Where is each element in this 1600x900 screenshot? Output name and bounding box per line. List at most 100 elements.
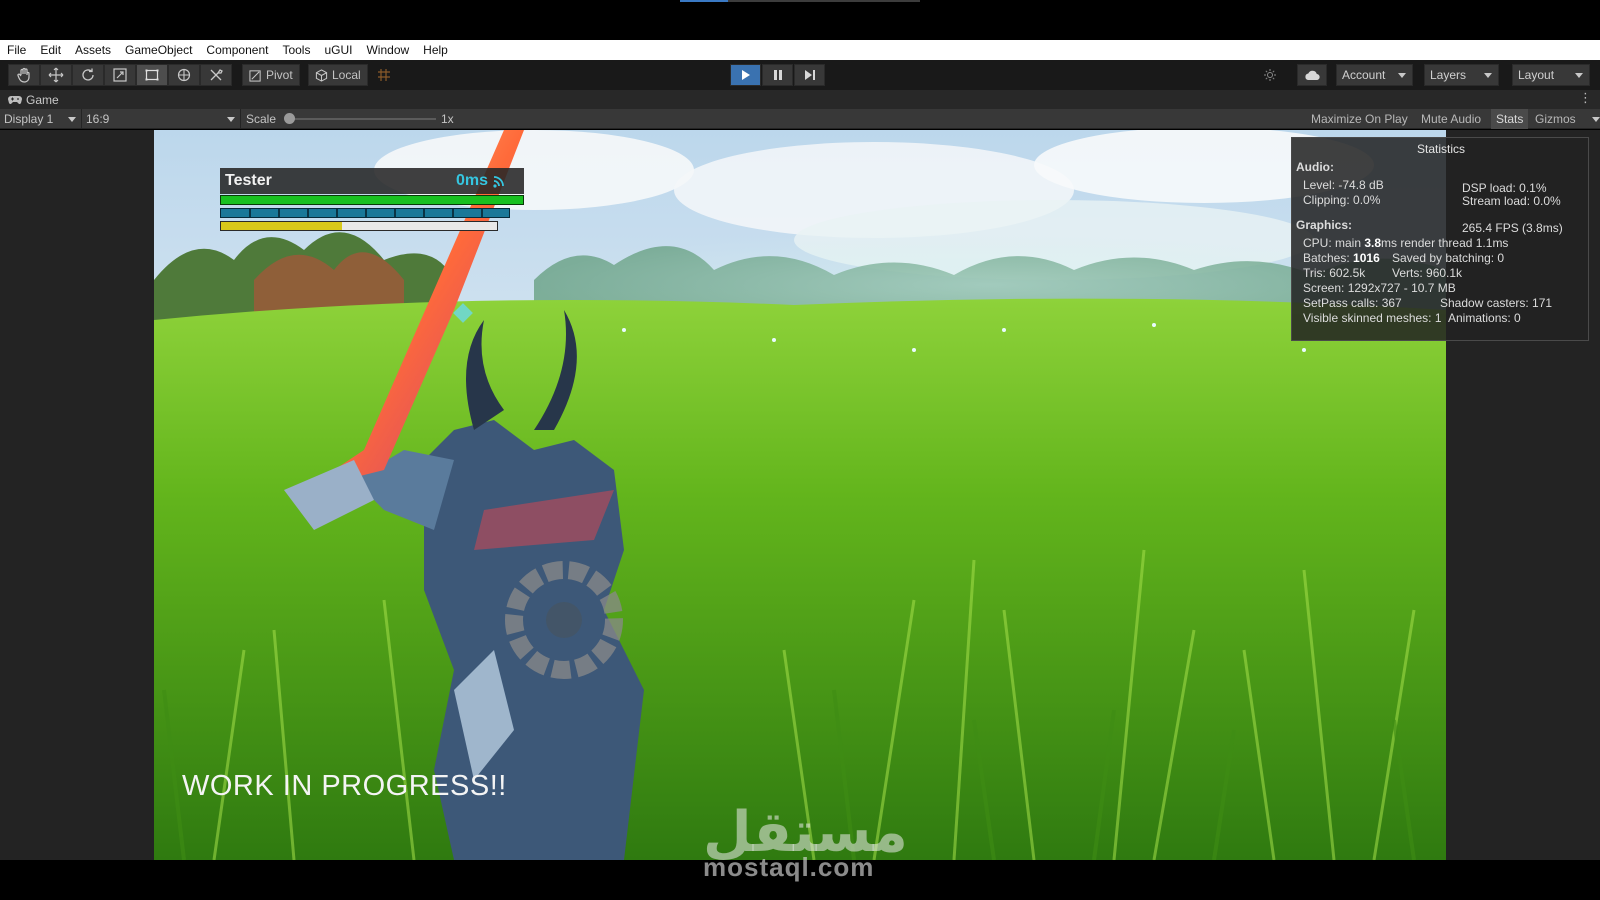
fps-readout: 265.4 FPS (3.8ms)	[1462, 221, 1563, 235]
batches-prefix: Batches:	[1303, 251, 1350, 265]
scale-slider-track[interactable]	[290, 118, 436, 120]
mana-segment-divider	[278, 209, 280, 217]
account-dropdown[interactable]: Account	[1336, 64, 1413, 86]
play-icon	[741, 70, 750, 80]
mana-segment-divider	[452, 209, 454, 217]
playmode-controls	[730, 64, 825, 86]
transform-tool-button[interactable]	[168, 64, 200, 86]
mana-segment-divider	[481, 209, 483, 217]
menu-component[interactable]: Component	[199, 40, 275, 60]
chevron-down-icon	[227, 116, 235, 122]
mana-bar	[220, 208, 510, 218]
aspect-dropdown[interactable]: 16:9	[82, 109, 239, 129]
lighting-toggle[interactable]	[1257, 64, 1283, 86]
mana-segment-divider	[423, 209, 425, 217]
rect-tool-button[interactable]	[136, 64, 168, 86]
sun-icon	[1264, 69, 1276, 81]
menu-bar: File Edit Assets GameObject Component To…	[0, 40, 1600, 60]
player-nameplate: Tester 0ms	[220, 168, 524, 194]
display-dropdown[interactable]: Display 1	[0, 109, 80, 129]
step-button[interactable]	[794, 64, 825, 86]
display-label: Display 1	[4, 112, 54, 126]
pivot-toggle[interactable]: Pivot	[242, 64, 300, 86]
menu-help[interactable]: Help	[416, 40, 455, 60]
stamina-bar	[220, 221, 498, 231]
batches-value: 1016	[1353, 251, 1380, 265]
scale-slider-thumb[interactable]	[284, 113, 295, 124]
menu-ugui[interactable]: uGUI	[317, 40, 359, 60]
local-toggle[interactable]: Local	[308, 64, 368, 86]
grid-snap-button[interactable]	[370, 64, 398, 86]
layout-label: Layout	[1518, 68, 1555, 82]
window-focus-indicator	[680, 0, 728, 2]
audio-header: Audio:	[1296, 160, 1334, 174]
menu-window[interactable]: Window	[359, 40, 416, 60]
visible-skinned-meshes: Visible skinned meshes: 1	[1303, 311, 1442, 325]
tab-game-label: Game	[26, 92, 59, 107]
account-label: Account	[1342, 68, 1386, 82]
main-toolbar: Pivot Local Account Layers Layout	[0, 60, 1600, 90]
chevron-down-icon	[1484, 72, 1492, 78]
chevron-down-icon	[68, 116, 76, 122]
mana-segment-divider	[394, 209, 396, 217]
hand-tool-button[interactable]	[8, 64, 40, 86]
cpu-readout: CPU: main 3.8ms render thread 1.1ms	[1303, 236, 1508, 250]
divider	[240, 109, 241, 129]
stream-load: Stream load: 0.0%	[1462, 194, 1561, 208]
rect-tool-icon	[145, 69, 159, 81]
menu-assets[interactable]: Assets	[68, 40, 118, 60]
stats-toggle[interactable]: Stats	[1491, 109, 1529, 129]
batches-readout: Batches: 1016	[1303, 251, 1380, 265]
scale-label: Scale	[246, 112, 277, 126]
scale-value: 1x	[441, 112, 454, 126]
local-label: Local	[332, 68, 361, 82]
menu-file[interactable]: File	[0, 40, 33, 60]
menu-tools[interactable]: Tools	[275, 40, 317, 60]
layout-dropdown[interactable]: Layout	[1512, 64, 1590, 86]
scale-tool-button[interactable]	[104, 64, 136, 86]
health-bar	[220, 195, 524, 205]
cube-icon	[315, 68, 328, 82]
layers-label: Layers	[1430, 68, 1467, 82]
play-button[interactable]	[730, 64, 761, 86]
verts-count: Verts: 960.1k	[1392, 266, 1463, 280]
tris-count: Tris: 602.5k	[1303, 266, 1366, 280]
gizmos-toggle[interactable]: Gizmos	[1530, 109, 1581, 129]
setpass-calls: SetPass calls: 367	[1303, 296, 1402, 310]
aspect-label: 16:9	[86, 112, 110, 126]
audio-clipping: Clipping: 0.0%	[1303, 193, 1381, 207]
shadow-casters: Shadow casters: 171	[1440, 296, 1553, 310]
chevron-down-icon	[1575, 72, 1583, 78]
move-tool-button[interactable]	[40, 64, 72, 86]
cpu-main-value: 3.8	[1364, 236, 1382, 250]
mana-segment-divider	[336, 209, 338, 217]
tab-game[interactable]: Game	[0, 90, 59, 109]
custom-tool-button[interactable]	[200, 64, 232, 86]
mana-segment-divider	[365, 209, 367, 217]
rotate-tool-button[interactable]	[72, 64, 104, 86]
mute-audio-toggle[interactable]: Mute Audio	[1416, 109, 1486, 129]
player-name: Tester	[225, 172, 272, 189]
statistics-panel: Statistics Audio: Level: -74.8 dB Clippi…	[1291, 137, 1589, 341]
game-view-controlbar: Display 1 16:9 Scale 1x Maximize On Play…	[0, 109, 1600, 129]
layers-dropdown[interactable]: Layers	[1424, 64, 1499, 86]
maximize-on-play-toggle[interactable]: Maximize On Play	[1306, 109, 1413, 129]
graphics-header: Graphics:	[1296, 218, 1353, 232]
mana-segment-divider	[249, 209, 251, 217]
step-icon	[804, 70, 815, 80]
animations-count: Animations: 0	[1448, 311, 1521, 325]
pause-button[interactable]	[762, 64, 793, 86]
more-options-icon[interactable]: ⋮	[1579, 91, 1592, 105]
cloud-button[interactable]	[1297, 64, 1327, 86]
cpu-prefix: CPU: main	[1303, 236, 1362, 250]
menu-gameobject[interactable]: GameObject	[118, 40, 199, 60]
transform-tool-icon	[177, 68, 191, 82]
window-top-bar	[0, 0, 1600, 40]
menu-edit[interactable]: Edit	[33, 40, 68, 60]
gizmos-chevron-down-icon[interactable]	[1592, 117, 1600, 122]
mana-segment-divider	[307, 209, 309, 217]
pivot-label: Pivot	[266, 68, 293, 82]
signal-icon	[493, 176, 504, 188]
rotate-tool-icon	[82, 68, 94, 81]
game-viewport[interactable]: Tester 0ms WORK IN PROGRESS!!	[154, 130, 1446, 860]
